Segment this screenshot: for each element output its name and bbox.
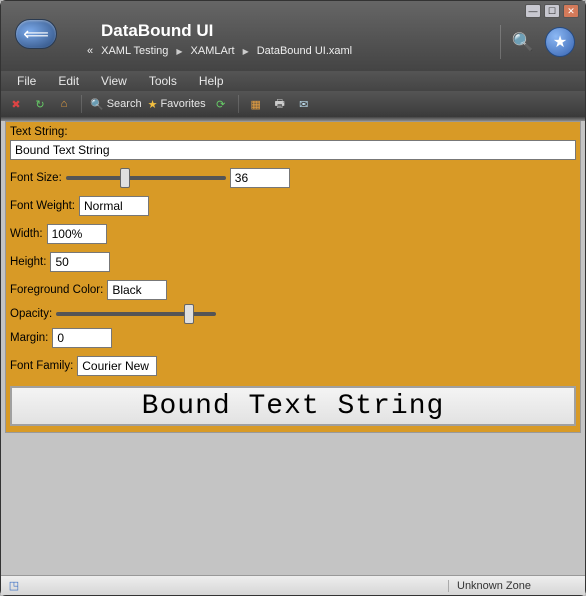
feeds-icon[interactable]: ▦ [247,95,265,113]
delete-icon[interactable]: ✖ [7,95,25,113]
content-area: Text String: Font Size: Font Weight: Wid… [1,117,585,575]
chevron-right-icon: ▶ [176,47,182,56]
maximize-button[interactable]: ☐ [544,4,560,18]
breadcrumb: « XAML Testing ▶ XAMLArt ▶ DataBound UI.… [87,45,352,57]
toolbar-separator [238,95,239,113]
security-zone: Unknown Zone [448,580,581,592]
text-string-row: Text String: [10,126,576,160]
statusbar: ◳ Unknown Zone [1,575,585,595]
opacity-label: Opacity: [10,308,52,320]
page-icon: ◳ [5,579,23,592]
star-icon: ★ [148,98,158,111]
menu-tools[interactable]: Tools [139,72,187,90]
fg-color-row: Foreground Color: [10,280,576,300]
margin-input[interactable] [52,328,112,348]
width-input[interactable] [47,224,107,244]
close-button[interactable]: ✕ [563,4,579,18]
font-weight-row: Font Weight: [10,196,576,216]
arrow-left-icon: ⟸ [23,24,49,45]
opacity-slider[interactable] [56,312,216,316]
print-icon[interactable]: 🖶 [271,95,289,113]
titlebar-right: 🔍 ★ [500,25,575,59]
font-size-input[interactable] [230,168,290,188]
breadcrumb-item[interactable]: DataBound UI.xaml [257,45,352,57]
height-input[interactable] [50,252,110,272]
margin-row: Margin: [10,328,576,348]
chevron-right-icon: ▶ [243,47,249,56]
toolbar: ✖ ↻ ⌂ 🔍 Search ★ Favorites ⟳ ▦ 🖶 ✉ [1,91,585,117]
font-family-label: Font Family: [10,360,73,372]
height-label: Height: [10,256,46,268]
font-size-slider[interactable] [66,176,226,180]
fg-color-input[interactable] [107,280,167,300]
margin-label: Margin: [10,332,48,344]
text-string-input[interactable] [10,140,576,160]
breadcrumb-item[interactable]: XAML Testing [101,45,168,57]
favorites-button[interactable]: ★ Favorites [148,98,206,111]
breadcrumb-prefix[interactable]: « [87,45,93,57]
search-icon: 🔍 [90,98,104,111]
menu-view[interactable]: View [91,72,137,90]
menu-help[interactable]: Help [189,72,234,90]
menu-edit[interactable]: Edit [48,72,89,90]
menubar: File Edit View Tools Help [1,71,585,91]
preview-output: Bound Text String [10,386,576,426]
width-label: Width: [10,228,43,240]
empty-area [5,433,581,571]
mail-icon[interactable]: ✉ [295,95,313,113]
menu-file[interactable]: File [7,72,46,90]
divider [500,25,501,59]
favorites-star-button[interactable]: ★ [545,27,575,57]
titlebar: — ☐ ✕ ⟸ DataBound UI « XAML Testing ▶ XA… [1,1,585,71]
favorites-label: Favorites [160,98,205,110]
search-label: Search [107,98,142,110]
star-icon: ★ [553,32,567,52]
refresh-icon[interactable]: ↻ [31,95,49,113]
height-row: Height: [10,252,576,272]
font-family-row: Font Family: [10,356,576,376]
app-window: — ☐ ✕ ⟸ DataBound UI « XAML Testing ▶ XA… [0,0,586,596]
font-weight-input[interactable] [79,196,149,216]
font-size-label: Font Size: [10,172,62,184]
home-icon[interactable]: ⌂ [55,95,73,113]
form-panel: Text String: Font Size: Font Weight: Wid… [5,121,581,433]
search-icon[interactable]: 🔍 [509,28,537,56]
search-button[interactable]: 🔍 Search [90,98,142,111]
font-family-input[interactable] [77,356,157,376]
window-title: DataBound UI [101,21,213,41]
opacity-row: Opacity: [10,308,576,320]
font-size-row: Font Size: [10,168,576,188]
history-icon[interactable]: ⟳ [212,95,230,113]
text-string-label: Text String: [10,126,576,138]
fg-color-label: Foreground Color: [10,284,103,296]
font-weight-label: Font Weight: [10,200,75,212]
width-row: Width: [10,224,576,244]
breadcrumb-item[interactable]: XAMLArt [191,45,235,57]
toolbar-separator [81,95,82,113]
window-controls: — ☐ ✕ [525,4,579,18]
minimize-button[interactable]: — [525,4,541,18]
back-button[interactable]: ⟸ [15,19,57,49]
